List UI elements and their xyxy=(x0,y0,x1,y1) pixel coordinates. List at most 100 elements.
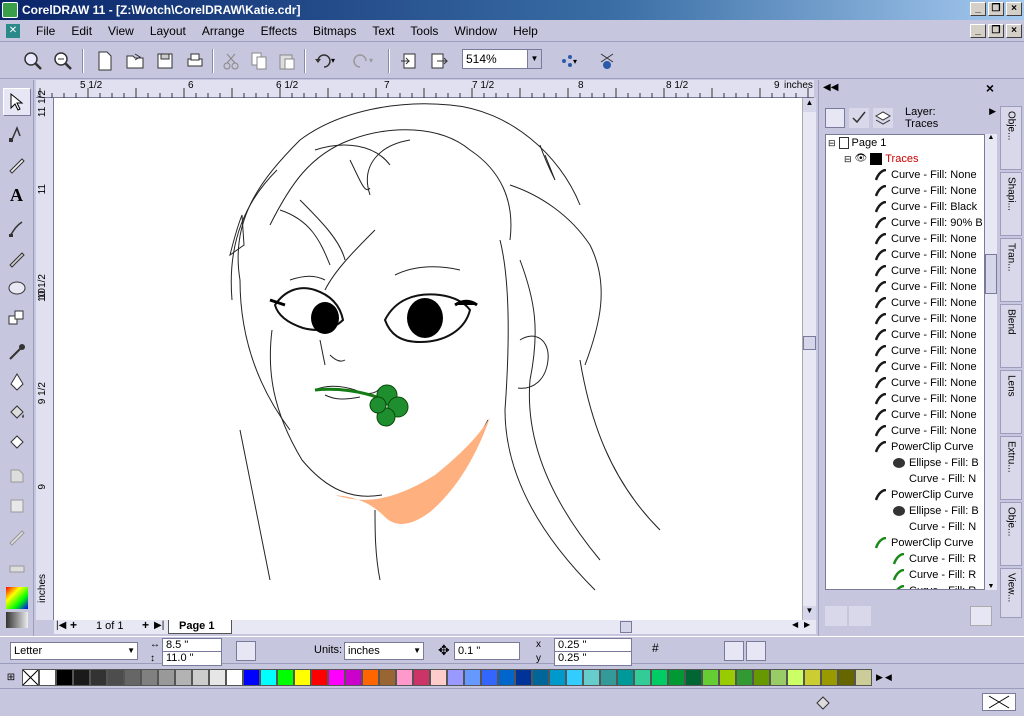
extra-tool-icon[interactable] xyxy=(3,522,31,550)
open-icon[interactable] xyxy=(122,48,148,74)
new-layer-icon[interactable] xyxy=(825,606,847,626)
color-swatch[interactable] xyxy=(855,668,872,686)
color-swatch[interactable] xyxy=(243,668,260,686)
tree-item[interactable]: Ellipse - Fill: B xyxy=(892,503,979,519)
tree-item[interactable]: Curve - Fill: None xyxy=(874,423,977,439)
first-page-icon[interactable]: |◀ xyxy=(56,620,66,631)
zoom-tool-icon[interactable] xyxy=(50,48,76,74)
edit-across-layers-icon[interactable] xyxy=(849,108,869,128)
h-scroll-thumb[interactable] xyxy=(620,621,632,633)
paste-icon[interactable] xyxy=(274,48,300,74)
color-swatch[interactable] xyxy=(583,668,600,686)
color-swatch[interactable] xyxy=(668,668,685,686)
no-fill-swatch[interactable] xyxy=(22,668,39,686)
portrait-icon[interactable] xyxy=(236,641,256,661)
doc-close-button[interactable]: × xyxy=(1006,24,1022,38)
color-swatch[interactable] xyxy=(141,668,158,686)
interactive-blend-tool-icon[interactable] xyxy=(3,462,31,490)
export-icon[interactable] xyxy=(426,48,452,74)
application-launcher-icon[interactable]: ▾ xyxy=(556,48,582,74)
page-height-field[interactable]: 11.0 " xyxy=(162,651,222,666)
menu-edit[interactable]: Edit xyxy=(63,24,100,38)
color-swatch[interactable] xyxy=(617,668,634,686)
options-icon[interactable] xyxy=(770,641,790,661)
color-swatch[interactable] xyxy=(396,668,413,686)
scroll-thumb[interactable] xyxy=(803,336,816,350)
artistic-media-tool-icon[interactable] xyxy=(3,244,31,272)
color-swatch[interactable] xyxy=(838,668,855,686)
coreldraw-app-icon[interactable] xyxy=(2,2,18,18)
last-page-icon[interactable]: ▶| xyxy=(154,620,164,631)
color-swatch[interactable] xyxy=(770,668,787,686)
tree-item[interactable]: Curve - Fill: None xyxy=(874,279,977,295)
corel-online-icon[interactable] xyxy=(594,48,620,74)
fill-indicator-icon[interactable] xyxy=(814,693,832,711)
tree-item[interactable]: PowerClip Curve xyxy=(874,487,974,503)
draw-when-moving-icon[interactable] xyxy=(746,641,766,661)
palette-scroll-right-icon[interactable]: ▶ xyxy=(876,672,883,683)
color-swatch[interactable] xyxy=(464,668,481,686)
interactive-fill-tool-icon[interactable] xyxy=(3,428,31,456)
color-swatch[interactable] xyxy=(124,668,141,686)
color-swatch[interactable] xyxy=(260,668,277,686)
color-swatch[interactable] xyxy=(430,668,447,686)
cut-icon[interactable] xyxy=(218,48,244,74)
menu-help[interactable]: Help xyxy=(505,24,546,38)
text-tool-icon[interactable]: A xyxy=(3,180,31,208)
scroll-down-arrow-icon[interactable]: ▼ xyxy=(803,606,816,620)
tab-extrude[interactable]: Extru... xyxy=(1000,436,1022,500)
delete-icon[interactable] xyxy=(970,606,992,626)
nudge-offset-field[interactable]: 0.1 " xyxy=(454,642,520,660)
tree-page-1[interactable]: ⊟ Page 1 xyxy=(828,135,886,151)
tree-item[interactable]: Curve - Fill: N xyxy=(892,519,976,535)
katie-drawing[interactable] xyxy=(54,98,802,620)
tree-item[interactable]: Curve - Fill: None xyxy=(874,375,977,391)
add-page-before-icon[interactable]: + xyxy=(70,618,77,632)
snap-guidelines-icon[interactable] xyxy=(676,641,696,661)
tree-scrollbar[interactable]: ▲ ▼ xyxy=(985,134,997,590)
color-swatch[interactable] xyxy=(736,668,753,686)
color-swatch[interactable] xyxy=(73,668,90,686)
outline-tool-icon[interactable] xyxy=(3,368,31,396)
tree-item[interactable]: Curve - Fill: 90% B xyxy=(874,215,983,231)
redo-icon[interactable]: ▾ xyxy=(350,48,376,74)
minimize-button[interactable]: _ xyxy=(970,2,986,16)
save-icon[interactable] xyxy=(152,48,178,74)
color-swatch[interactable] xyxy=(549,668,566,686)
tree-item[interactable]: Ellipse - Fill: B xyxy=(892,455,979,471)
doc-restore-button[interactable]: ❐ xyxy=(988,24,1004,38)
color-swatch[interactable] xyxy=(804,668,821,686)
tree-item[interactable]: Curve - Fill: N xyxy=(892,471,976,487)
new-master-layer-icon[interactable] xyxy=(849,606,871,626)
tree-item[interactable]: Curve - Fill: R xyxy=(892,583,976,589)
tree-item[interactable]: Curve - Fill: None xyxy=(874,295,977,311)
show-properties-icon[interactable] xyxy=(825,108,845,128)
import-icon[interactable] xyxy=(396,48,422,74)
tree-item[interactable]: Curve - Fill: None xyxy=(874,247,977,263)
extra-tool-2-icon[interactable] xyxy=(3,552,31,580)
drawing-canvas[interactable] xyxy=(54,98,802,620)
tree-item[interactable]: Curve - Fill: None xyxy=(874,183,977,199)
landscape-icon[interactable] xyxy=(258,641,278,661)
color-swatch[interactable] xyxy=(192,668,209,686)
scroll-right-arrow-icon[interactable]: ▶ xyxy=(804,620,810,629)
menu-arrange[interactable]: Arrange xyxy=(194,24,253,38)
vertical-ruler[interactable]: 11 1/2 11 10 1/2 10 9 1/2 9 inches xyxy=(36,90,54,620)
color-swatch[interactable] xyxy=(107,668,124,686)
docker-grip[interactable]: ◀◀ xyxy=(823,82,838,93)
tree-item[interactable]: PowerClip Curve xyxy=(874,535,974,551)
tree-item[interactable]: Curve - Fill: None xyxy=(874,263,977,279)
color-swatch[interactable] xyxy=(175,668,192,686)
print-icon[interactable] xyxy=(182,48,208,74)
grid-icon[interactable]: # xyxy=(652,641,672,661)
color-swatch[interactable] xyxy=(294,668,311,686)
tree-scroll-thumb[interactable] xyxy=(985,254,997,294)
doc-minimize-button[interactable]: _ xyxy=(970,24,986,38)
fill-tool-icon[interactable] xyxy=(3,398,31,426)
snap-objects-icon[interactable] xyxy=(700,641,720,661)
menu-layout[interactable]: Layout xyxy=(142,24,194,38)
color-swatch[interactable] xyxy=(787,668,804,686)
tree-layer-traces[interactable]: ⊟ 👁︎ Traces xyxy=(844,151,918,167)
pick-tool-icon[interactable] xyxy=(3,88,31,116)
color-swatch[interactable] xyxy=(209,668,226,686)
